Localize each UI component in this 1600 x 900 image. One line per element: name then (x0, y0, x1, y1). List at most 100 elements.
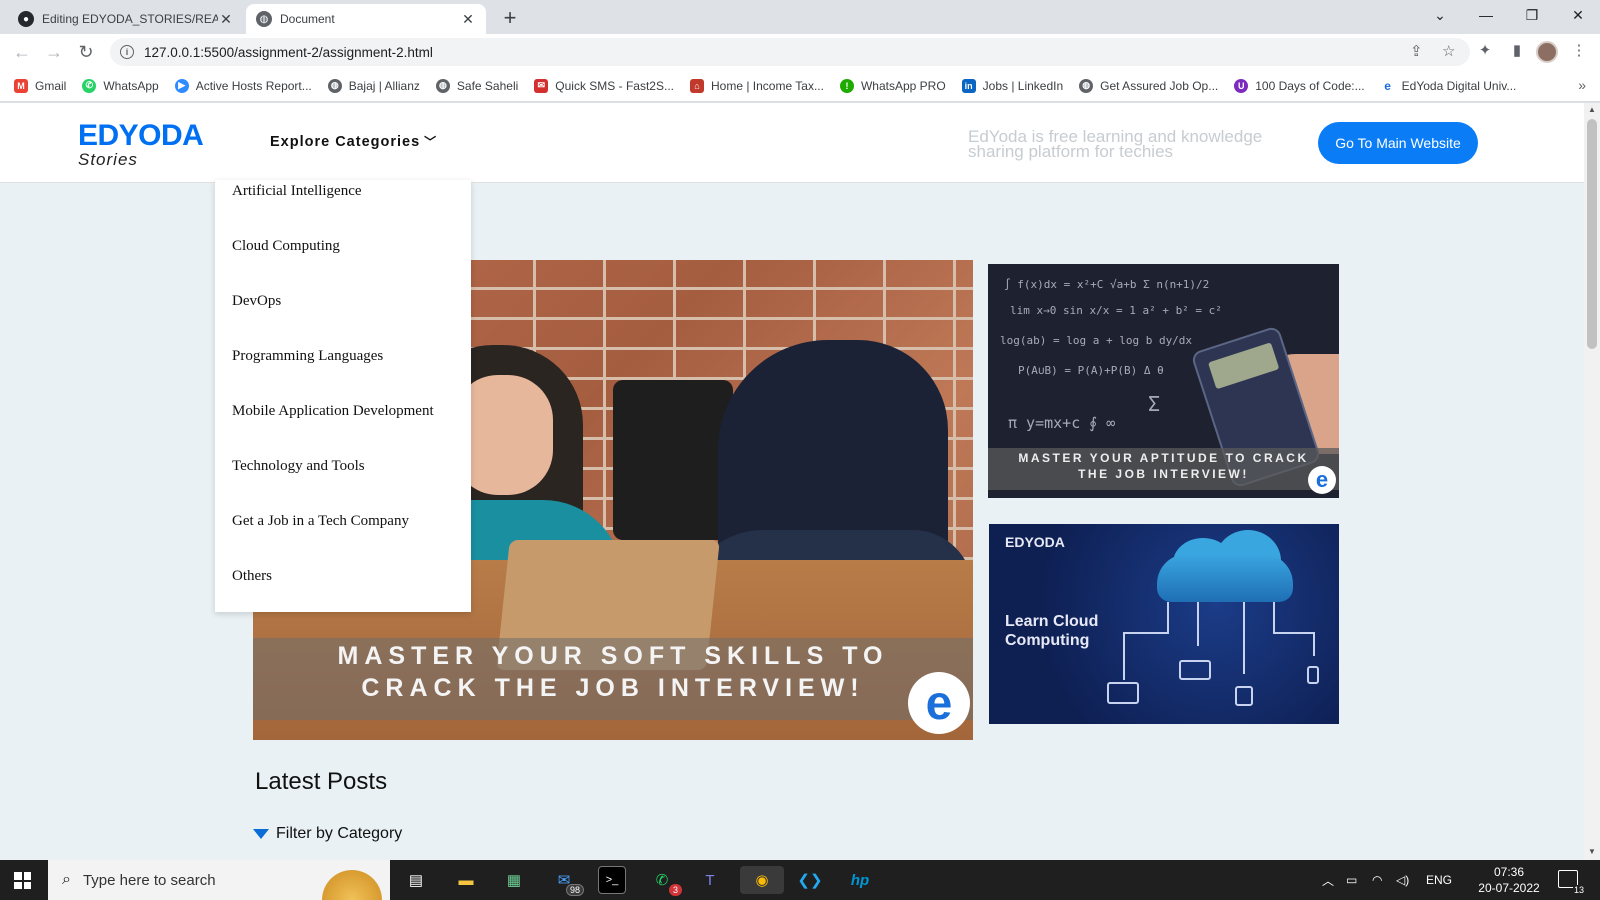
categories-dropdown: Artificial Intelligence Cloud Computing … (215, 180, 471, 612)
search-icon: ⌕ (62, 871, 71, 888)
bookmark-linkedin[interactable]: in Jobs | LinkedIn (961, 78, 1063, 93)
site-logo[interactable]: EDYODA (78, 119, 204, 153)
dropdown-item-programming-languages[interactable]: Programming Languages (232, 348, 383, 365)
taskbar-search-placeholder: Type here to search (82, 871, 216, 889)
new-tab-button[interactable]: + (498, 6, 522, 30)
menu-icon[interactable]: ⋮ (1568, 41, 1590, 59)
search-highlight-image (318, 864, 386, 900)
bookmark-bajaj[interactable]: ◍ Bajaj | Allianz (327, 78, 420, 93)
bookmark-quick-sms[interactable]: ✉ Quick SMS - Fast2S... (534, 78, 674, 93)
dropdown-item-technology-tools[interactable]: Technology and Tools (232, 458, 365, 475)
terminal-icon[interactable]: >_ (598, 866, 626, 894)
hero-caption: MASTER YOUR SOFT SKILLS TO CRACK THE JOB… (253, 640, 973, 704)
bookmark-gmail[interactable]: M Gmail (14, 78, 66, 93)
whatsapp-icon[interactable]: ✆ 3 (648, 866, 682, 896)
browser-tab-strip: ● Editing EDYODA_STORIES/READM ✕ ◍ Docum… (0, 0, 1600, 34)
course-icon: U (1234, 78, 1249, 93)
window-close-icon[interactable]: ✕ (1566, 4, 1590, 26)
bookmark-whatsapp[interactable]: ✆ WhatsApp (82, 78, 159, 93)
featured-post-aptitude[interactable]: ∫ f(x)dx = x²+C √a+b Σ n(n+1)/2 lim x→0 … (988, 264, 1339, 498)
dropdown-item-others[interactable]: Others (232, 568, 272, 585)
wifi-icon[interactable]: ◠ (1372, 860, 1382, 900)
bookmark-label: 100 Days of Code:... (1255, 78, 1365, 93)
chrome-icon[interactable]: ◉ (740, 866, 784, 894)
phone-icon (1307, 666, 1319, 684)
math-formula-decoration: P(A∪B) = P(A)+P(B) Δ θ (1018, 364, 1164, 377)
go-to-main-website-button[interactable]: Go To Main Website (1318, 122, 1478, 164)
forward-button[interactable]: → (42, 40, 66, 64)
github-icon: ● (18, 11, 34, 27)
file-explorer-icon[interactable]: ▬ (452, 866, 480, 894)
battery-icon[interactable]: ▭ (1346, 860, 1357, 900)
side-panel-icon[interactable]: ▮ (1506, 41, 1528, 59)
bookmark-100-days-code[interactable]: U 100 Days of Code:... (1234, 78, 1365, 93)
math-formula-decoration: lim x→0 sin x/x = 1 a² + b² = c² (1010, 304, 1222, 317)
info-icon[interactable]: i (120, 45, 134, 59)
bookmark-label: Get Assured Job Op... (1100, 78, 1219, 93)
minimize-icon[interactable]: — (1474, 4, 1498, 26)
dropdown-item-cloud-computing[interactable]: Cloud Computing (232, 238, 340, 255)
profile-avatar[interactable] (1536, 41, 1558, 63)
clock-time: 07:36 (1493, 865, 1525, 879)
address-bar[interactable]: i 127.0.0.1:5500/assignment-2/assignment… (110, 38, 1470, 66)
bookmark-label: Active Hosts Report... (195, 78, 312, 93)
connector-line (1273, 602, 1275, 632)
bookmark-active-hosts[interactable]: ▶ Active Hosts Report... (174, 78, 312, 93)
share-icon[interactable]: ⇪ (1410, 38, 1423, 66)
scroll-down-icon[interactable]: ▼ (1584, 847, 1600, 856)
notification-count: 13 (1572, 885, 1585, 895)
chair-illustration (613, 380, 733, 540)
vscode-icon[interactable]: ❮❯ (796, 866, 824, 894)
microsoft-store-icon[interactable]: ▦ (500, 866, 528, 894)
bookmark-label: Home | Income Tax... (711, 78, 824, 93)
restore-icon[interactable]: ❐ (1520, 4, 1544, 26)
globe-icon: ◍ (1079, 78, 1094, 93)
tab-search-icon[interactable]: ⌄ (1428, 4, 1452, 26)
tab-editing-readme[interactable]: ● Editing EDYODA_STORIES/READM ✕ (8, 4, 244, 34)
bookmark-label: EdYoda Digital Univ... (1401, 78, 1517, 93)
hero-caption-line-1: MASTER YOUR SOFT SKILLS TO (337, 642, 889, 670)
back-button[interactable]: ← (10, 40, 34, 64)
close-icon[interactable]: ✕ (460, 11, 476, 28)
dropdown-item-devops[interactable]: DevOps (232, 293, 281, 310)
language-indicator[interactable]: ENG (1426, 860, 1452, 900)
bookmark-whatsapp-pro[interactable]: ! WhatsApp PRO (839, 78, 946, 93)
featured-post-cloud-computing[interactable]: EDYODA Learn Cloud Computing (989, 524, 1339, 724)
more-bookmarks-icon[interactable]: » (1578, 77, 1586, 93)
dropdown-item-artificial-intelligence[interactable]: Artificial Intelligence (232, 183, 362, 200)
monitor-icon (1107, 682, 1139, 704)
taskbar-clock[interactable]: 07:36 20-07-2022 (1474, 864, 1544, 896)
cloud-icon (1157, 554, 1293, 602)
volume-icon[interactable]: ◁) (1396, 860, 1409, 900)
hp-icon[interactable]: hp (846, 866, 874, 894)
connector-line (1123, 632, 1169, 634)
tab-document[interactable]: ◍ Document ✕ (246, 4, 486, 34)
mail-icon[interactable]: ✉ 98 (550, 866, 584, 896)
explore-categories-menu[interactable]: Explore Categories ﹀ (270, 133, 437, 150)
windows-start-icon[interactable] (14, 872, 31, 889)
connector-line (1167, 602, 1169, 632)
notification-center-icon[interactable]: 13 (1558, 870, 1585, 895)
show-hidden-icons[interactable]: ︿ (1322, 860, 1334, 900)
scrollbar-thumb[interactable] (1587, 119, 1597, 349)
filter-label: Filter by Category (276, 825, 403, 842)
globe-icon: ◍ (256, 11, 272, 27)
reload-button[interactable]: ↻ (74, 40, 98, 64)
bookmark-income-tax[interactable]: ⌂ Home | Income Tax... (690, 78, 824, 93)
bookmark-assured-job[interactable]: ◍ Get Assured Job Op... (1079, 78, 1219, 93)
connector-line (1243, 602, 1245, 674)
scroll-up-icon[interactable]: ▲ (1584, 105, 1600, 114)
whatsapp-badge: 3 (668, 884, 682, 896)
filter-by-category[interactable]: Filter by Category (253, 825, 402, 843)
close-icon[interactable]: ✕ (218, 11, 234, 28)
dropdown-item-mobile-app-development[interactable]: Mobile Application Development (232, 403, 434, 420)
bookmark-star-icon[interactable]: ☆ (1442, 38, 1455, 66)
tablet-icon (1235, 686, 1253, 706)
bookmark-safe-saheli[interactable]: ◍ Safe Saheli (435, 78, 518, 93)
teams-icon[interactable]: T (696, 866, 724, 894)
extensions-icon[interactable]: ✦ (1474, 41, 1496, 59)
task-view-icon[interactable]: ▤ (402, 866, 430, 894)
page-scrollbar[interactable]: ▲ ▼ (1584, 103, 1600, 860)
dropdown-item-tech-job[interactable]: Get a Job in a Tech Company (232, 513, 409, 530)
bookmark-edyoda[interactable]: e EdYoda Digital Univ... (1380, 78, 1517, 93)
